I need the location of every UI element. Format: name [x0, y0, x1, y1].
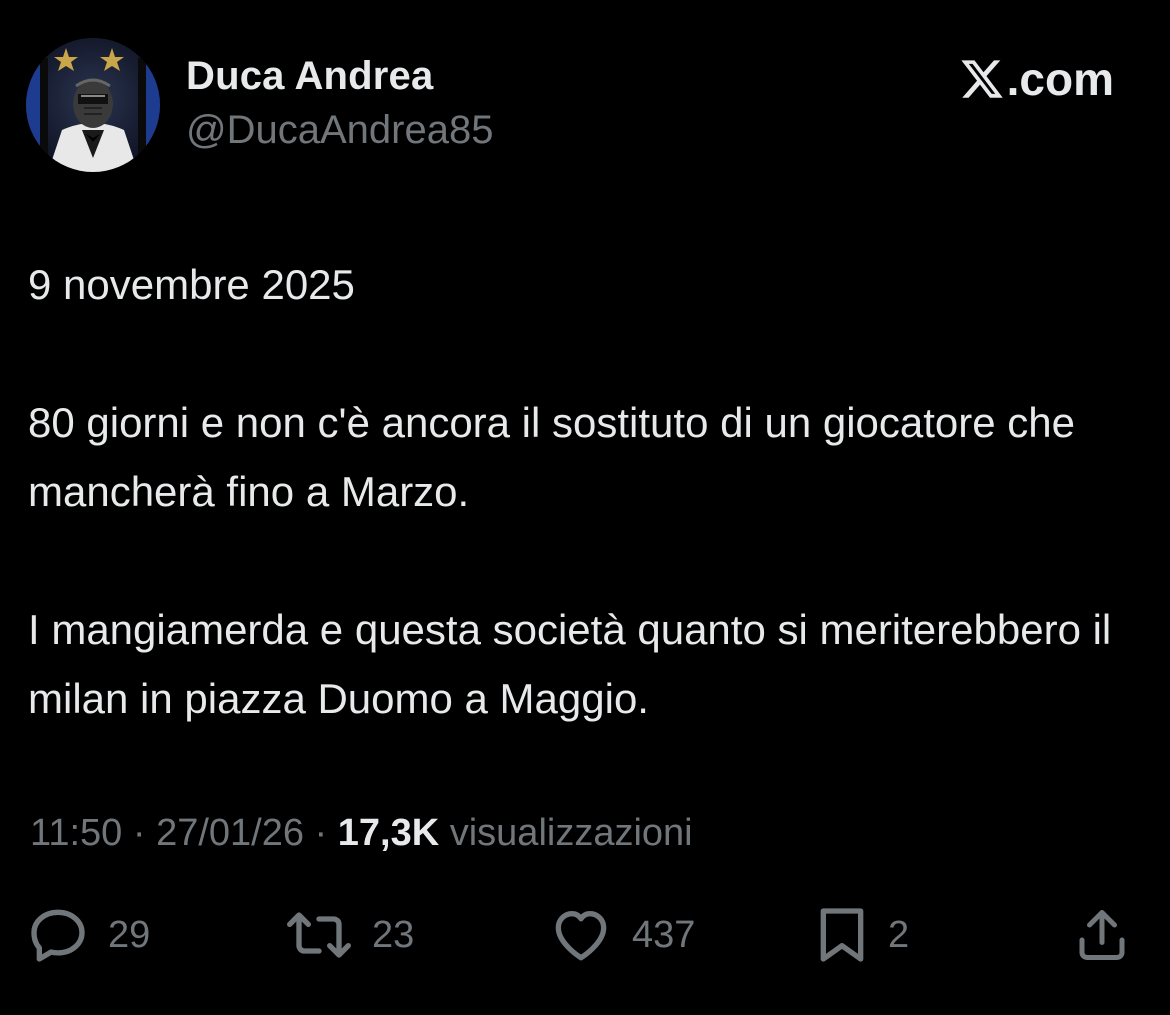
meta-separator: · — [303, 812, 338, 854]
site-logo: .com — [959, 52, 1114, 106]
tweet-paragraph: 9 novembre 2025 — [28, 261, 355, 308]
tweet-card: Duca Andrea @DucaAndrea85 .com 9 novembr… — [0, 0, 1170, 1015]
share-icon — [1072, 903, 1132, 967]
tweet-paragraph: 80 giorni e non c'è ancora il sostituto … — [28, 399, 1076, 515]
avatar-image — [26, 38, 160, 172]
retweet-count: 23 — [372, 913, 415, 956]
meta-separator: · — [122, 812, 157, 854]
retweet-button[interactable]: 23 — [284, 900, 414, 970]
reply-count: 29 — [108, 913, 151, 956]
tweet-meta: 11:50 · 27/01/26 · 17,3K visualizzazioni — [30, 812, 693, 855]
like-button[interactable]: 437 — [548, 900, 695, 970]
x-logo-icon — [959, 56, 1005, 102]
bookmark-count: 2 — [888, 913, 910, 956]
action-bar: 29 23 437 2 — [0, 900, 1170, 970]
author-name[interactable]: Duca Andrea — [186, 54, 433, 99]
like-count: 437 — [632, 913, 696, 956]
author-avatar[interactable] — [26, 38, 160, 172]
tweet-text: 9 novembre 2025 80 giorni e non c'è anco… — [28, 250, 1148, 733]
views-label: visualizzazioni — [449, 812, 693, 854]
bookmark-button[interactable]: 2 — [814, 900, 909, 970]
retweet-icon — [284, 903, 354, 967]
share-button[interactable] — [1072, 900, 1132, 970]
reply-button[interactable]: 29 — [26, 900, 150, 970]
tweet-date[interactable]: 27/01/26 — [156, 812, 304, 854]
heart-icon — [548, 903, 614, 967]
tweet-time[interactable]: 11:50 — [30, 812, 122, 854]
bookmark-icon — [814, 903, 870, 967]
author-handle[interactable]: @DucaAndrea85 — [186, 108, 493, 153]
tweet-paragraph: I mangiamerda e questa società quanto si… — [28, 606, 1112, 722]
views-count[interactable]: 17,3K — [338, 812, 439, 854]
site-logo-text: .com — [1006, 53, 1114, 105]
reply-icon — [26, 903, 90, 967]
